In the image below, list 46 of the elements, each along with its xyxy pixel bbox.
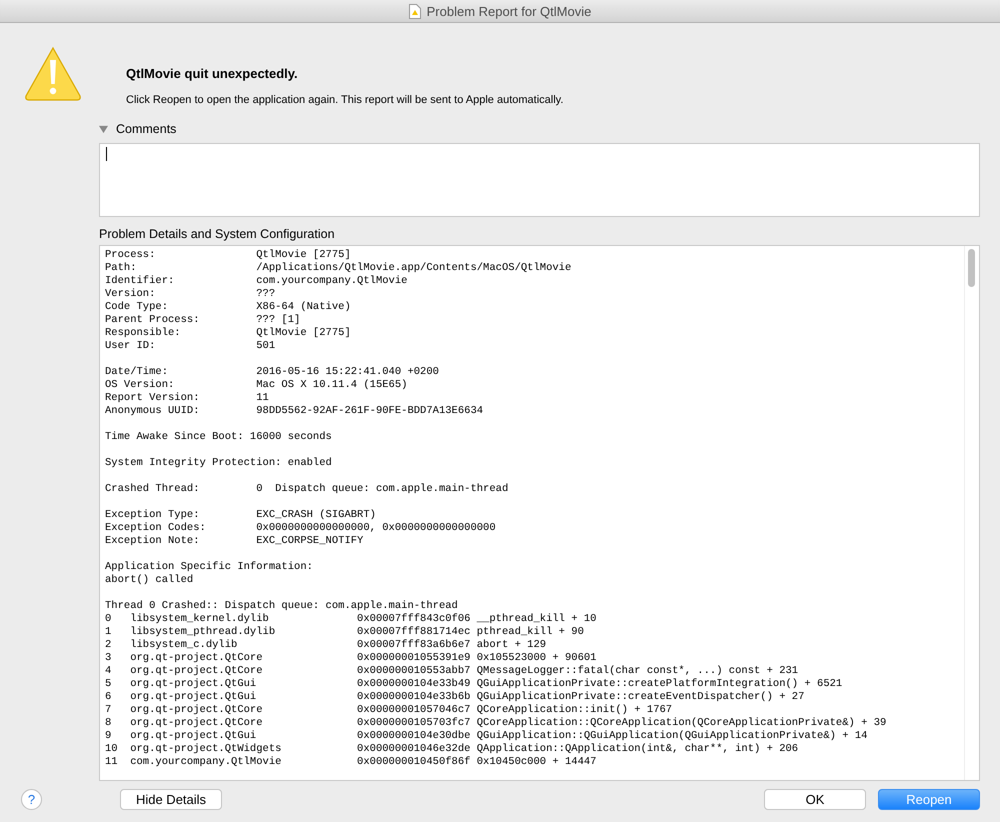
stack-frame-line: 0 libsystem_kernel.dylib 0x00007fff843c0f06 __pthread_kill + 10 [105,613,598,626]
warning-icon [24,46,82,102]
comments-field[interactable] [99,143,980,217]
stack-frame-line: 5 org.qt-project.QtGui 0x0000000104e33b49 QGuiApplicationPrivate::createPlatformIntegration() + 6521 [105,678,844,691]
details-label: Problem Details and System Configuration [99,227,336,243]
stack-frame-line: 4 org.qt-project.QtCore 0x000000010553abb7 QMessageLogger::fatal(char const*, ...) const + 231 [105,665,800,678]
stack-frame-line: 11 com.yourcompany.QtlMovie 0x000000010450f86f 0x10450c000 + 14447 [105,756,598,769]
alert-message: Click Reopen to open the application again. This report will be sent to Apple automatically. [126,94,564,106]
report-field-line: Date/Time: 2016-05-16 15:22:41.040 +0200 [105,366,440,379]
comments-label: Comments [116,122,176,136]
document-icon [408,4,421,18]
stack-frame-line: 1 libsystem_pthread.dylib 0x00007fff881714ec pthread_kill + 90 [105,626,585,639]
report-field-line: Crashed Thread: 0 Dispatch queue: com.apple.main-thread [105,483,510,496]
hide-details-button[interactable]: Hide Details [120,789,222,810]
report-line: Time Awake Since Boot: 16000 seconds [105,431,333,444]
report-field-line: Version: ??? [105,288,276,301]
stack-frame-line: 10 org.qt-project.QtWidgets 0x00000001046e32de QApplication::QApplication(int&, char**, int) + 206 [105,743,800,756]
scrollbar-thumb[interactable] [968,249,975,287]
report-line: Application Specific Information: [105,561,314,574]
report-field-line: OS Version: Mac OS X 10.11.4 (15E65) [105,379,408,392]
report-field-line: Anonymous UUID: 98DD5562-92AF-261F-90FE-BDD7A13E6634 [105,405,484,418]
stack-frame-line: 9 org.qt-project.QtGui 0x0000000104e30dbe QGuiApplication::QGuiApplication(QGuiApplicationPrivate&) + 14 [105,730,868,743]
disclosure-triangle-icon[interactable] [99,124,108,134]
report-field-line: Responsible: QtlMovie [2775] [105,327,352,340]
report-line: Thread 0 Crashed:: Dispatch queue: com.apple.main-thread [105,600,459,613]
stack-frame-line: 2 libsystem_c.dylib 0x00007fff83a6b6e7 abort + 129 [105,639,548,652]
help-button[interactable]: ? [21,789,42,810]
ok-button[interactable]: OK [764,789,866,810]
report-field-line: Exception Type: EXC_CRASH (SIGABRT) [105,509,377,522]
window-title: Problem Report for QtlMovie [426,4,592,18]
report-line: System Integrity Protection: enabled [105,457,333,470]
report-line: abort() called [105,574,194,587]
stack-frame-line: 6 org.qt-project.QtGui 0x0000000104e33b6b QGuiApplicationPrivate::createEventDispatcher() + 27 [105,691,806,704]
stack-frame-line: 7 org.qt-project.QtCore 0x00000001057046c7 QCoreApplication::init() + 1767 [105,704,674,717]
stack-frame-line: 3 org.qt-project.QtCore 0x00000001055391e9 0x105523000 + 90601 [105,652,598,665]
report-field-line: Exception Note: EXC_CORPSE_NOTIFY [105,535,364,548]
report-field-line: Path: /Applications/QtlMovie.app/Contents/MacOS/QtlMovie [105,262,572,275]
report-field-line: Exception Codes: 0x0000000000000000, 0x0000000000000000 [105,522,497,535]
alert-heading: QtlMovie quit unexpectedly. [126,66,299,81]
report-field-line: Process: QtlMovie [2775] [105,249,352,262]
report-field-line: User ID: 501 [105,340,276,353]
stack-frame-line: 8 org.qt-project.QtCore 0x0000000105703fc7 QCoreApplication::QCoreApplication(QCoreApplicationPrivate&) + 39 [105,717,888,730]
report-field-line: Identifier: com.yourcompany.QtlMovie [105,275,408,288]
report-field-line: Parent Process: ??? [1] [105,314,302,327]
report-field-line: Report Version: 11 [105,392,270,405]
report-field-line: Code Type: X86-64 (Native) [105,301,352,314]
